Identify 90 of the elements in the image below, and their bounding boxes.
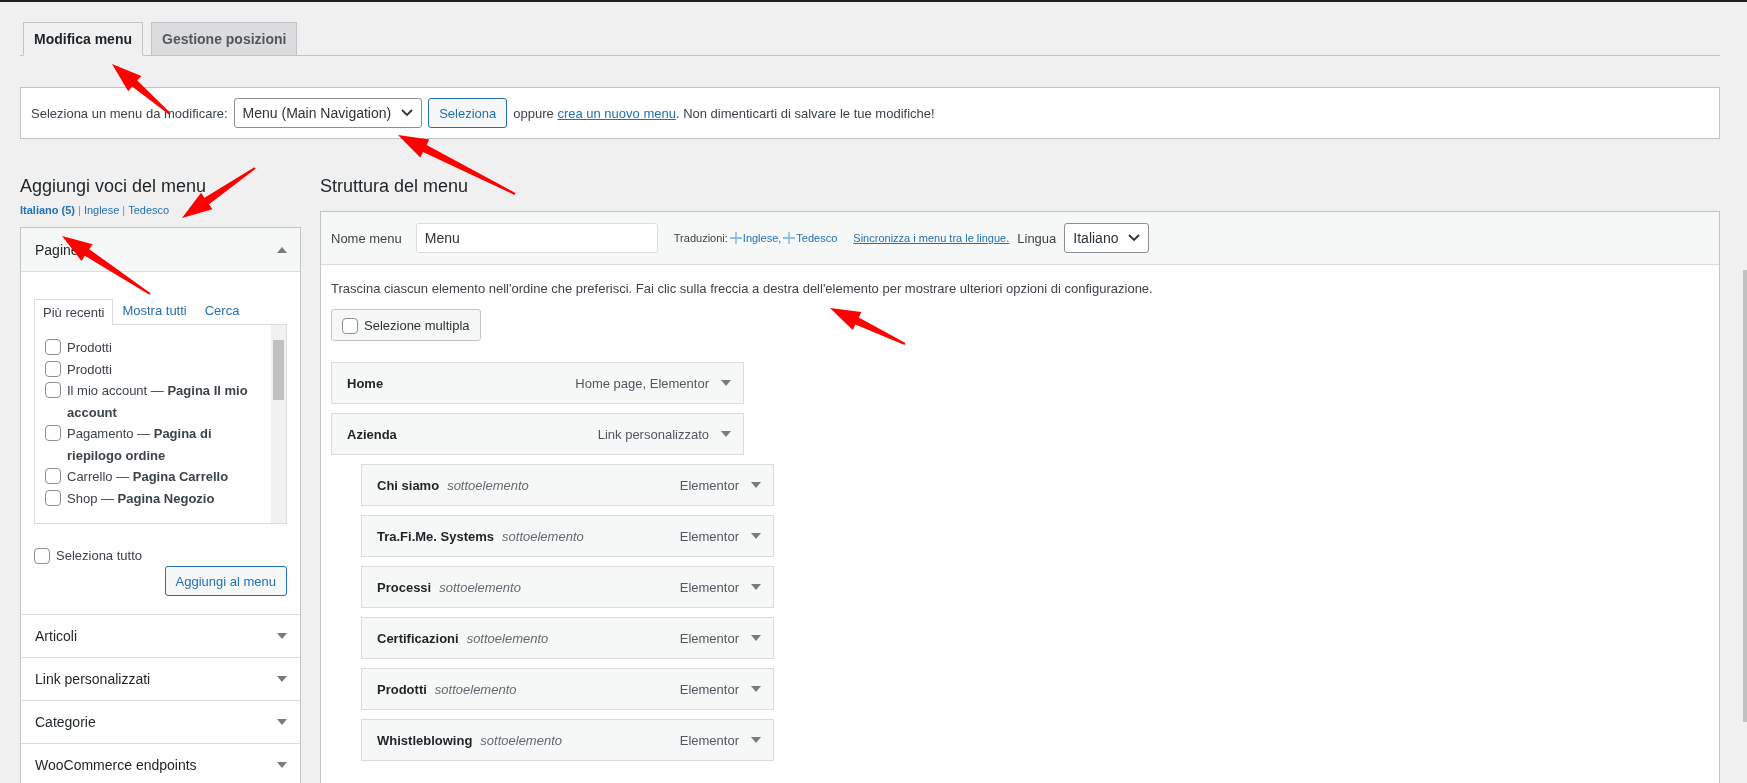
chevron-down-icon (1128, 234, 1141, 242)
tab[interactable]: Modifica menu (23, 22, 143, 56)
scrollbar[interactable] (1743, 270, 1747, 722)
expand-arrow-icon[interactable] (751, 482, 761, 488)
menu-item-sublabel: sottoelemento (502, 528, 584, 544)
create-menu-link[interactable]: crea un nuovo menu (557, 105, 676, 121)
menu-select[interactable]: Menu (Main Navigation) (233, 98, 423, 128)
expand-arrow-icon[interactable] (277, 633, 287, 639)
menu-item-title: Certificazioni (377, 630, 459, 646)
menu-item-sublabel: sottoelemento (439, 579, 521, 595)
menu-item[interactable]: Whistleblowing sottoelemento Elementor (361, 719, 774, 761)
expand-arrow-icon[interactable] (751, 584, 761, 590)
checkbox[interactable] (45, 360, 61, 377)
select-all-label: Seleziona tutto (56, 547, 142, 563)
menu-structure-heading: Struttura del menu (320, 175, 469, 198)
menu-item-type: Elementor (679, 732, 739, 748)
expand-arrow-icon[interactable] (721, 380, 731, 386)
menu-item[interactable]: Certificazioni sottoelemento Elementor (361, 617, 774, 659)
create-menu-note: oppure crea un nuovo menu. Non dimenticarti di salvare le tue modifiche! (513, 105, 935, 121)
menu-name-field[interactable]: Menu (415, 223, 658, 253)
menu-item-title: Home (347, 375, 384, 391)
tab[interactable]: Gestione posizioni (151, 22, 298, 56)
translation-link[interactable]: Inglese, (729, 232, 782, 244)
expand-arrow-icon[interactable] (751, 635, 761, 641)
menu-item-sublabel: sottoelemento (480, 732, 562, 748)
bulk-select-button[interactable]: Selezione multipla (331, 309, 481, 341)
language-select[interactable]: Italiano (1064, 223, 1150, 253)
add-items-heading: Aggiungi voci del menu (20, 175, 207, 198)
plus-icon (729, 232, 742, 244)
menu-item[interactable]: Processi sottoelemento Elementor (361, 566, 774, 608)
instructions: Trascina ciascun elemento nell'ordine che preferisci. Fai clic sulla freccia a destra dell'elemento per mostrare ulteriori opzioni di configurazione. (331, 281, 1154, 296)
select-button[interactable]: Seleziona (428, 98, 508, 128)
checkbox[interactable] (342, 318, 358, 334)
scrollbar[interactable] (271, 325, 286, 523)
translations-label: Traduzioni: (673, 232, 728, 244)
menu-item-type: Elementor (679, 579, 739, 595)
menu-item-sublabel: sottoelemento (447, 477, 529, 493)
menu-item-type: Elementor (679, 681, 739, 697)
menu-item[interactable]: Prodotti sottoelemento Elementor (361, 668, 774, 710)
expand-arrow-icon[interactable] (721, 431, 731, 437)
menu-item-title: Azienda (347, 426, 397, 442)
menu-item[interactable]: Chi siamo sottoelemento Elementor (361, 464, 774, 506)
checkbox[interactable] (45, 489, 61, 506)
language-link[interactable]: Tedesco (128, 204, 170, 216)
menu-item-title: Processi (377, 579, 432, 595)
checkbox[interactable] (45, 468, 61, 484)
menu-item-title: Chi siamo (377, 477, 440, 493)
menu-item-title: Prodotti (377, 681, 427, 697)
page-label: Shop — Pagina Negozio (67, 489, 216, 508)
page-label: Carrello — Pagina Carrello (67, 468, 230, 486)
menu-item-type: Elementor (679, 528, 739, 544)
menu-item-sublabel: sottoelemento (466, 630, 549, 646)
menu-item-title: Whistleblowing (377, 732, 473, 748)
expand-arrow-icon[interactable] (277, 676, 287, 682)
language-link[interactable]: Inglese (83, 204, 120, 216)
translation-link[interactable]: Tedesco (783, 232, 838, 244)
chevron-down-icon (401, 109, 414, 117)
collapse-arrow-icon[interactable] (277, 246, 287, 253)
expand-arrow-icon[interactable] (277, 762, 287, 768)
menu-name-label: Nome menu (331, 230, 402, 246)
separator: | (78, 204, 81, 216)
menu-item[interactable]: Azienda Link personalizzato (331, 413, 744, 455)
separator: | (122, 204, 126, 216)
page-label: Il mio account — Pagina Il mio account (67, 382, 249, 422)
menu-item-type: Link personalizzato (597, 426, 709, 442)
expand-arrow-icon[interactable] (751, 686, 761, 692)
expand-arrow-icon[interactable] (751, 737, 761, 743)
page-label: Prodotti (67, 339, 113, 357)
menu-item-type: Elementor (679, 630, 739, 646)
expand-arrow-icon[interactable] (277, 719, 287, 725)
add-to-menu-button[interactable]: Aggiungi al menu (164, 566, 287, 596)
expand-arrow-icon[interactable] (751, 533, 761, 539)
checkbox[interactable] (45, 339, 61, 355)
sync-link[interactable]: Sincronizza i menu tra le lingue. (853, 232, 1010, 244)
tab[interactable]: Più recenti (34, 299, 114, 325)
select-label: Seleziona un menu da modificare: (31, 105, 228, 121)
menu-item-sublabel: sottoelemento (434, 681, 517, 697)
language-link[interactable]: Italiano (5) (20, 204, 75, 216)
checkbox[interactable] (45, 382, 61, 398)
checkbox[interactable] (45, 425, 61, 441)
plus-icon (783, 232, 796, 244)
menu-item[interactable]: Home Home page, Elementor (331, 362, 744, 404)
checkbox[interactable] (34, 548, 50, 564)
language-label: Lingua (1017, 230, 1057, 246)
menu-item-type: Elementor (679, 477, 739, 493)
menu-item-type: Home page, Elementor (575, 375, 709, 391)
page-label: Pagamento — Pagina di riepilogo ordine (67, 425, 213, 465)
menu-item[interactable]: Tra.Fi.Me. Systems sottoelemento Elementor (361, 515, 774, 557)
menu-item-title: Tra.Fi.Me. Systems (377, 528, 495, 544)
page-label: Prodotti (67, 360, 113, 379)
